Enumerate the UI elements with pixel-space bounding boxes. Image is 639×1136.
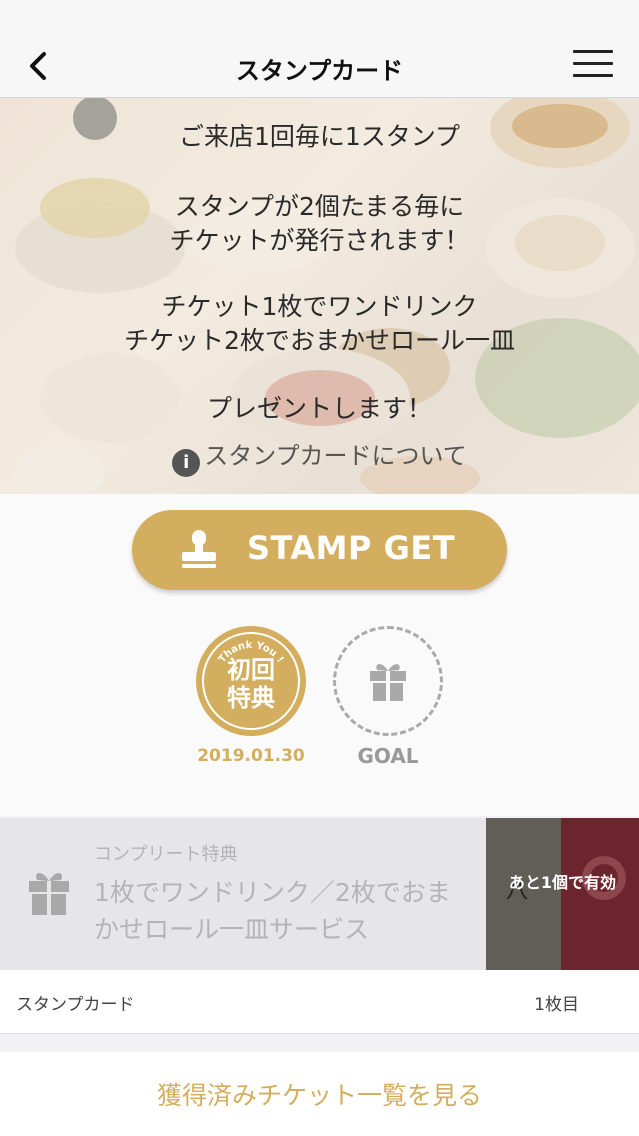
stamp-first-visit: Thank You ! 初回 特典 — [196, 626, 306, 736]
hero-line-3: チケットが発行されます！ — [169, 226, 470, 255]
page-title: スタンプカード — [235, 57, 404, 85]
view-tickets-label: 獲得済みチケット一覧を見る — [156, 1081, 482, 1110]
complete-bonus-photo: 八 あと1個で有効 — [486, 818, 639, 970]
stamp-card-info-link[interactable]: i スタンプカードについて — [0, 436, 639, 477]
hero-line-4: チケット1枚でワンドリンク — [161, 292, 478, 321]
info-link-label: スタンプカードについて — [204, 442, 467, 470]
stamp-section: STAMP GET Thank You ! 初回 特典 2019.01.30 G… — [0, 494, 639, 816]
stamp-date: 2019.01.30 — [197, 746, 305, 766]
info-icon: i — [172, 449, 201, 477]
menu-button[interactable] — [573, 50, 613, 82]
complete-heading: コンプリート特典 — [94, 844, 238, 865]
hero-line-5: チケット2枚でおまかせロール一皿 — [124, 326, 515, 355]
card-count: 1枚目 — [534, 995, 579, 1015]
stamp-card-row: スタンプカード 1枚目 — [0, 970, 639, 1034]
stamp-icon — [182, 530, 216, 568]
hero-line-1: ご来店1回毎に1スタンプ — [178, 122, 461, 151]
complete-bonus-panel[interactable]: コンプリート特典 1枚でワンドリンク／2枚でおまかせロール一皿サービス 八 あと… — [0, 818, 639, 970]
hero-banner: ご来店1回毎に1スタンプ スタンプが2個たまる毎に チケットが発行されます！ チ… — [0, 98, 639, 494]
goal-label: GOAL — [357, 744, 419, 768]
navigation-bar: スタンプカード — [0, 34, 639, 98]
view-tickets-link[interactable]: 獲得済みチケット一覧を見る — [0, 1052, 639, 1136]
remaining-badge: あと1個で有効 — [508, 873, 617, 892]
hero-line-6: プレゼントします！ — [206, 394, 432, 423]
gift-icon — [370, 664, 406, 701]
hamburger-icon — [573, 50, 613, 53]
stamp-goal-slot — [333, 626, 443, 736]
stamp-get-button[interactable]: STAMP GET — [132, 510, 507, 590]
card-row-label: スタンプカード — [16, 995, 135, 1015]
stamp-get-label: STAMP GET — [247, 529, 456, 567]
status-bar — [0, 0, 639, 34]
stamp-kanji-bottom: 特典 — [227, 684, 275, 712]
complete-description: 1枚でワンドリンク／2枚でおまかせロール一皿サービス — [94, 878, 451, 944]
stamp-kanji-top: 初回 — [227, 656, 275, 684]
gift-icon — [29, 872, 69, 915]
hero-line-2: スタンプが2個たまる毎に — [174, 192, 465, 221]
